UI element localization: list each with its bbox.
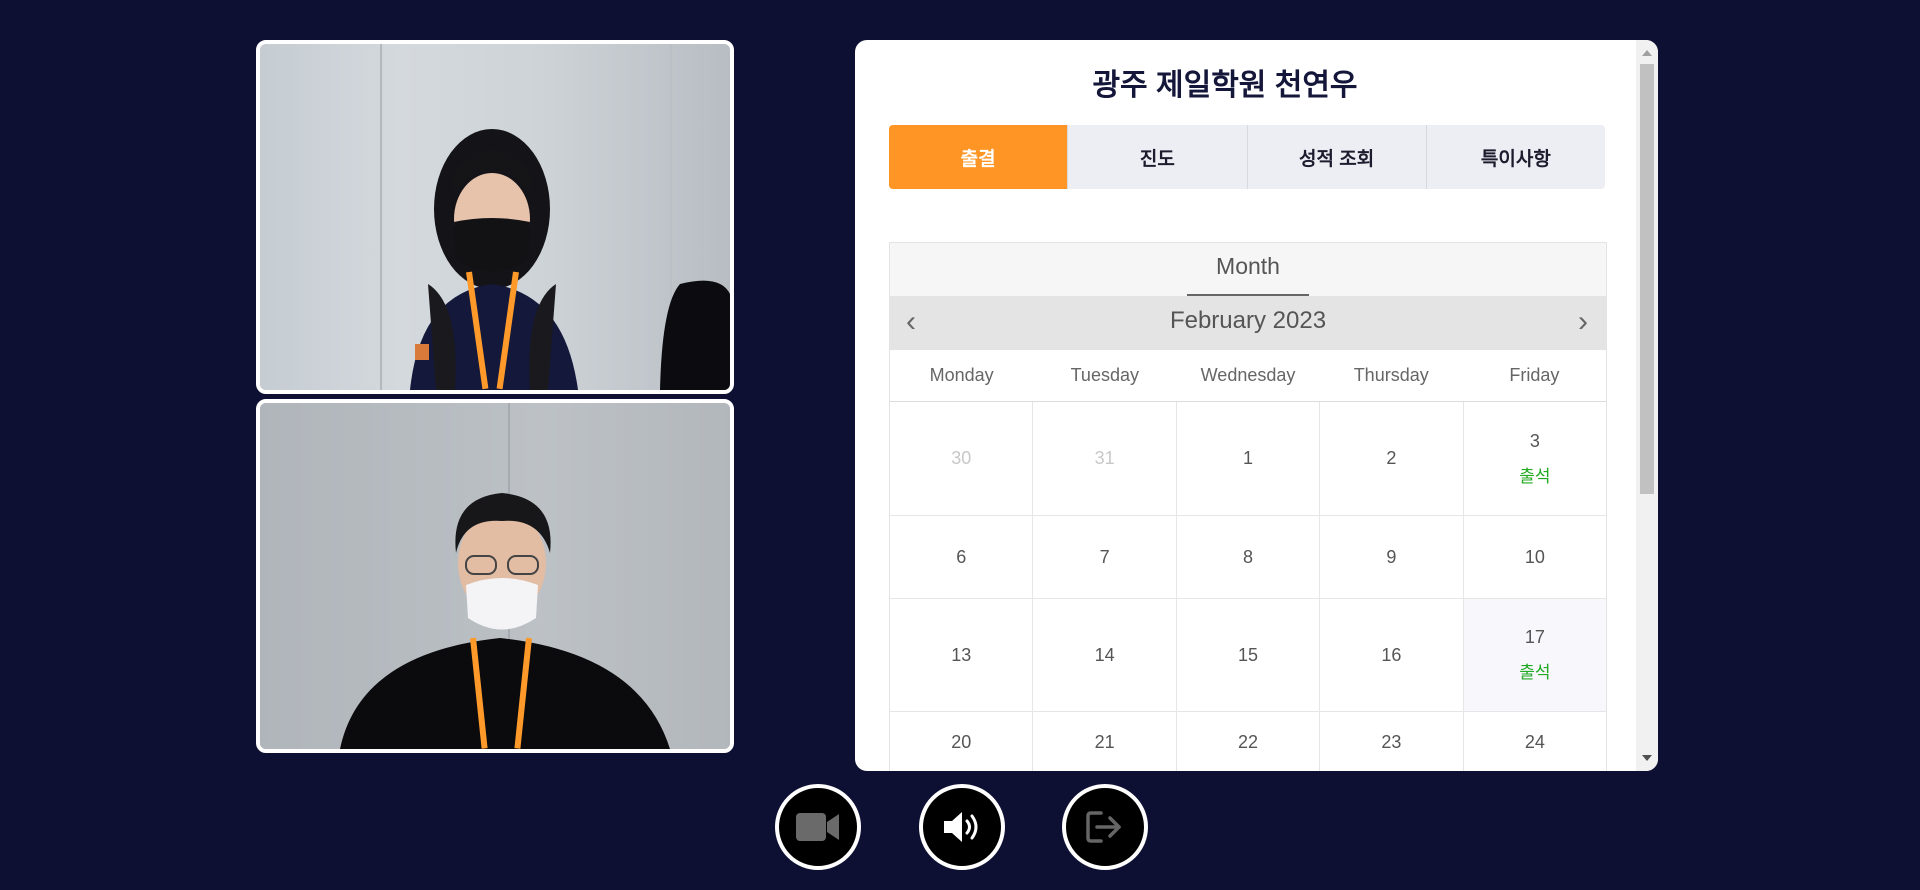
calendar-day-cell[interactable]: 21 (1033, 712, 1177, 771)
calendar-week-row: 20 21 22 23 24 (890, 712, 1606, 771)
tab-attendance[interactable]: 출결 (889, 125, 1069, 189)
view-month-button[interactable]: Month (1188, 253, 1308, 280)
calendar-day-cell[interactable]: 15 (1177, 599, 1321, 711)
tab-notes[interactable]: 특이사항 (1427, 125, 1605, 189)
day-number: 24 (1524, 731, 1545, 752)
day-number: 15 (1238, 644, 1259, 665)
calendar-grid: 30 31 1 2 3 출석 6 7 8 9 10 13 14 15 16 17 출석 20 21 22 23 24 (890, 402, 1607, 771)
calendar-day-cell[interactable]: 2 (1320, 402, 1464, 515)
day-number: 14 (1094, 644, 1115, 665)
day-number: 6 (956, 546, 967, 567)
speaker-button[interactable] (919, 784, 1005, 870)
calendar-week-row: 6 7 8 9 10 (890, 516, 1606, 599)
month-title: February 2023 (1169, 307, 1327, 334)
scroll-thumb[interactable] (1640, 64, 1654, 494)
calendar-week-row: 13 14 15 16 17 출석 (890, 599, 1607, 712)
day-number: 21 (1094, 731, 1115, 752)
weekday-header: Monday Tuesday Wednesday Thursday Friday (890, 350, 1606, 402)
tab-bar: 출결 진도 성적 조회 특이사항 (889, 125, 1605, 189)
calendar-day-cell[interactable]: 16 (1320, 599, 1464, 711)
day-number: 22 (1238, 731, 1259, 752)
calendar-day-cell[interactable]: 17 출석 (1463, 599, 1607, 711)
tab-grades[interactable]: 성적 조회 (1248, 125, 1427, 189)
day-number: 16 (1381, 644, 1402, 665)
scroll-down-icon[interactable] (1642, 755, 1652, 761)
attendance-calendar: Month ‹ February 2023 › Monday Tuesday W… (889, 242, 1607, 771)
day-number: 8 (1243, 546, 1254, 567)
calendar-week-row: 30 31 1 2 3 출석 (890, 402, 1606, 516)
calendar-day-cell[interactable]: 30 (890, 402, 1034, 515)
speaker-icon (944, 812, 978, 842)
calendar-day-cell[interactable]: 8 (1177, 516, 1321, 598)
calendar-day-cell[interactable]: 23 (1320, 712, 1464, 771)
calendar-day-cell[interactable]: 20 (890, 712, 1034, 771)
calendar-day-cell[interactable]: 14 (1033, 599, 1177, 711)
attendance-status: 출석 (1519, 466, 1551, 486)
attendance-status: 출석 (1519, 663, 1551, 682)
day-number: 9 (1386, 546, 1397, 567)
day-number: 1 (1243, 448, 1254, 468)
day-number: 17 (1524, 627, 1545, 647)
day-number: 10 (1524, 546, 1545, 567)
calendar-day-cell[interactable]: 24 (1464, 712, 1606, 771)
day-number: 3 (1529, 430, 1540, 451)
day-number: 13 (951, 644, 972, 665)
student-info-panel: 광주 제일학원 천연우 출결 진도 성적 조회 특이사항 Month ‹ Feb… (855, 40, 1658, 771)
view-selector: Month (890, 243, 1606, 296)
day-number: 23 (1381, 731, 1402, 752)
calendar-day-cell[interactable]: 9 (1320, 516, 1464, 598)
scroll-up-icon[interactable] (1642, 50, 1652, 56)
tab-progress[interactable]: 진도 (1068, 125, 1248, 189)
scrollbar[interactable] (1636, 40, 1658, 771)
camera-button[interactable] (775, 784, 861, 870)
calendar-day-cell[interactable]: 3 출석 (1464, 402, 1606, 515)
video-tile-participant-2[interactable] (256, 399, 734, 753)
participant-2-video (260, 403, 730, 749)
month-navigation: ‹ February 2023 › (890, 296, 1606, 350)
calendar-day-cell[interactable]: 7 (1033, 516, 1177, 598)
weekday-label: Monday (929, 365, 994, 385)
calendar-day-cell[interactable]: 10 (1464, 516, 1606, 598)
calendar-day-cell[interactable]: 13 (890, 599, 1034, 711)
leave-button[interactable] (1062, 784, 1148, 870)
weekday-label: Tuesday (1070, 365, 1139, 385)
participant-1-video (380, 44, 730, 390)
chevron-right-icon[interactable]: › (1578, 307, 1588, 337)
calendar-day-cell[interactable]: 1 (1177, 402, 1321, 515)
day-number: 2 (1386, 448, 1397, 468)
weekday-label: Thursday (1353, 365, 1429, 385)
panel-title: 광주 제일학원 천연우 (1092, 69, 1358, 102)
weekday-label: Friday (1509, 365, 1560, 385)
video-camera-icon (796, 813, 839, 841)
day-number: 7 (1099, 546, 1110, 567)
calendar-day-cell[interactable]: 6 (890, 516, 1034, 598)
day-number: 31 (1094, 448, 1115, 468)
day-number: 30 (951, 448, 972, 468)
weekday-label: Wednesday (1200, 365, 1296, 385)
exit-icon (1086, 811, 1121, 843)
calendar-day-cell[interactable]: 31 (1033, 402, 1177, 515)
day-number: 20 (951, 731, 972, 752)
calendar-day-cell[interactable]: 22 (1177, 712, 1321, 771)
video-tile-participant-1[interactable] (256, 40, 734, 394)
